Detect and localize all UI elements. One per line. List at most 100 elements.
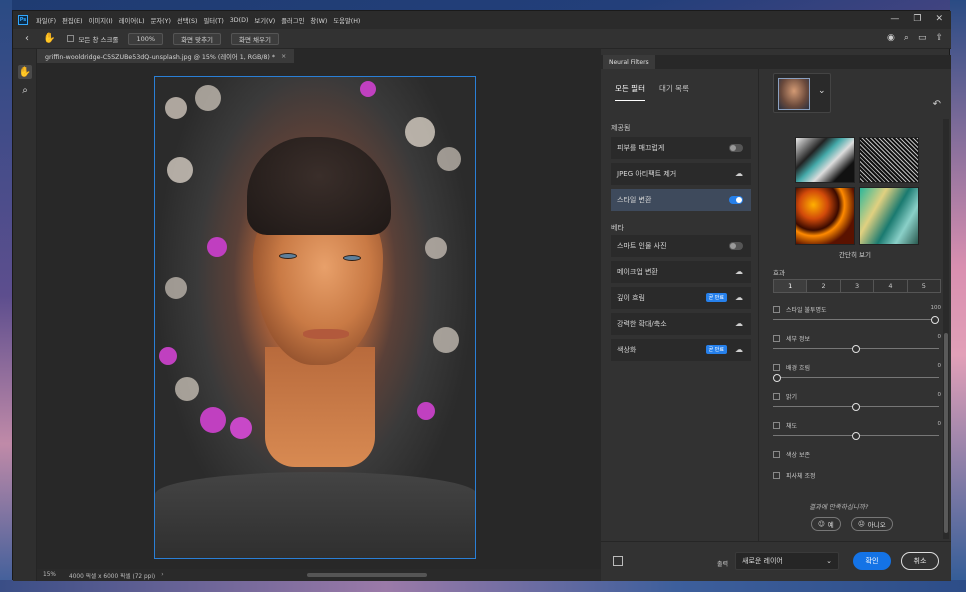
horizontal-scrollbar[interactable] (307, 573, 427, 577)
style-thumbnail[interactable] (859, 137, 919, 183)
menu-layer[interactable]: 레이어(L) (119, 16, 145, 25)
filter-tabs: 모든 필터 대기 목록 (615, 83, 689, 101)
filter-jpeg-artifacts-removal[interactable]: JPEG 아티팩트 제거 ☁ (611, 163, 751, 185)
feedback-yes-button[interactable]: ☺ 예 (811, 517, 841, 531)
feedback-no-button[interactable]: ☹ 아니오 (851, 517, 893, 531)
cloud-download-icon[interactable]: ☁ (735, 169, 743, 178)
scroll-all-checkbox[interactable] (67, 35, 75, 42)
search-icon[interactable]: ⌕ (904, 33, 909, 43)
canvas-area[interactable] (37, 63, 601, 569)
cloud-download-icon[interactable]: ☁ (735, 345, 743, 354)
slider-knob[interactable] (852, 432, 860, 440)
style-thumbnail[interactable] (795, 137, 855, 183)
zoom-tool-icon[interactable]: ⌕ (18, 83, 32, 97)
target-image-selector[interactable]: ⌄ (773, 73, 831, 113)
neural-filters-tab[interactable]: Neural Filters (603, 55, 655, 69)
toggle-switch[interactable] (729, 196, 743, 204)
background-blur-slider[interactable] (773, 374, 939, 382)
menu-plugins[interactable]: 플러그인 (281, 16, 304, 25)
effect-level-5[interactable]: 5 (906, 280, 940, 292)
filter-smart-portrait[interactable]: 스마트 인물 사진 (611, 235, 751, 257)
feedback-question: 결과에 만족하십니까? (809, 503, 869, 511)
style-thumbnail[interactable] (795, 187, 855, 245)
filter-style-transfer[interactable]: 스타일 변환 (611, 189, 751, 211)
account-icon[interactable]: ◉ (887, 33, 895, 43)
checkbox[interactable] (773, 335, 780, 342)
style-opacity-slider[interactable] (773, 316, 939, 324)
target-image-thumbnail (778, 78, 810, 110)
filter-colorize[interactable]: 색상화 곧 만료 ☁ (611, 339, 751, 361)
close-button[interactable]: ✕ (935, 14, 943, 24)
option-value: 100 (930, 305, 942, 311)
saturation-slider[interactable] (773, 432, 939, 440)
effect-level-3[interactable]: 3 (839, 280, 873, 292)
menu-edit[interactable]: 편집(E) (62, 16, 82, 25)
minimize-button[interactable]: — (890, 14, 899, 24)
bokeh (360, 81, 376, 97)
effect-level-2[interactable]: 2 (806, 280, 839, 292)
effect-label: 효과 (773, 269, 785, 277)
slider-knob[interactable] (852, 403, 860, 411)
fill-screen-button[interactable]: 화면 채우기 (231, 32, 279, 45)
style-thumbnail[interactable] (859, 187, 919, 245)
cancel-button[interactable]: 취소 (901, 552, 939, 570)
share-icon[interactable]: ⇪ (935, 33, 943, 43)
maximize-button[interactable]: ❐ (913, 14, 921, 24)
tab-waitlist[interactable]: 대기 목록 (659, 83, 689, 101)
photoshop-logo: Ps (18, 15, 28, 25)
checkbox[interactable] (773, 393, 780, 400)
workspace-icon[interactable]: ▭ (918, 33, 927, 43)
menu-file[interactable]: 파일(F) (36, 16, 56, 25)
slider-knob[interactable] (852, 345, 860, 353)
easy-view-link[interactable]: 간단히 보기 (839, 249, 871, 259)
menu-3d[interactable]: 3D(D) (230, 17, 249, 24)
subject-hair (247, 137, 391, 235)
menu-help[interactable]: 도움말(H) (333, 16, 360, 25)
settings-scrollbar[interactable] (943, 119, 949, 539)
compare-panel-icon[interactable] (613, 556, 623, 566)
reset-icon[interactable]: ↶ (933, 99, 941, 110)
toggle-switch[interactable] (729, 144, 743, 152)
checkbox[interactable] (773, 472, 780, 479)
scrollbar-thumb[interactable] (944, 333, 948, 533)
zoom-level[interactable]: 15% (43, 572, 63, 578)
effect-level-4[interactable]: 4 (873, 280, 906, 292)
menu-window[interactable]: 창(W) (310, 16, 327, 25)
filter-skin-smoothing[interactable]: 피부를 매끄럽게 (611, 137, 751, 159)
menu-view[interactable]: 보기(V) (254, 16, 275, 25)
menu-select[interactable]: 선택(S) (177, 16, 198, 25)
slider-knob[interactable] (773, 374, 781, 382)
output-select[interactable]: 새로운 레이어 ⌄ (735, 552, 839, 570)
feedback-yes-label: 예 (827, 521, 834, 529)
tab-all-filters[interactable]: 모든 필터 (615, 83, 645, 101)
effect-strength-selector[interactable]: 1 2 3 4 5 (773, 279, 941, 293)
checkbox[interactable] (773, 422, 780, 429)
detail-slider[interactable] (773, 345, 939, 353)
fit-screen-button[interactable]: 화면 맞추기 (173, 32, 222, 45)
menu-filter[interactable]: 필터(T) (203, 16, 223, 25)
brightness-slider[interactable] (773, 403, 939, 411)
slider-knob[interactable] (931, 316, 939, 324)
filter-makeup-transfer[interactable]: 메이크업 변환 ☁ (611, 261, 751, 283)
back-arrow-icon[interactable]: ‹ (25, 33, 29, 44)
cloud-download-icon[interactable]: ☁ (735, 293, 743, 302)
toggle-switch[interactable] (729, 242, 743, 250)
cloud-download-icon[interactable]: ☁ (735, 319, 743, 328)
effect-level-1[interactable]: 1 (774, 280, 807, 292)
filter-super-zoom[interactable]: 강력한 확대/축소 ☁ (611, 313, 751, 335)
checkbox[interactable] (773, 306, 780, 313)
zoom-100-button[interactable]: 100% (128, 32, 164, 45)
option-detail: 세부 정보 0 (773, 334, 941, 344)
checkbox[interactable] (773, 451, 780, 458)
document-tab[interactable]: griffin-wooldridge-C5SZUBe53dQ-unsplash.… (37, 49, 295, 63)
cloud-download-icon[interactable]: ☁ (735, 267, 743, 276)
hand-tool-icon[interactable]: ✋ (18, 65, 32, 79)
filter-depth-blur[interactable]: 깊이 흐림 곧 만료 ☁ (611, 287, 751, 309)
status-expand-icon[interactable]: › (161, 572, 163, 578)
checkbox[interactable] (773, 364, 780, 371)
menu-type[interactable]: 문자(Y) (151, 16, 171, 25)
menu-image[interactable]: 이미지(I) (89, 16, 113, 25)
ok-button[interactable]: 확인 (853, 552, 891, 570)
close-tab-icon[interactable]: × (281, 53, 286, 60)
document-image[interactable] (154, 76, 476, 559)
